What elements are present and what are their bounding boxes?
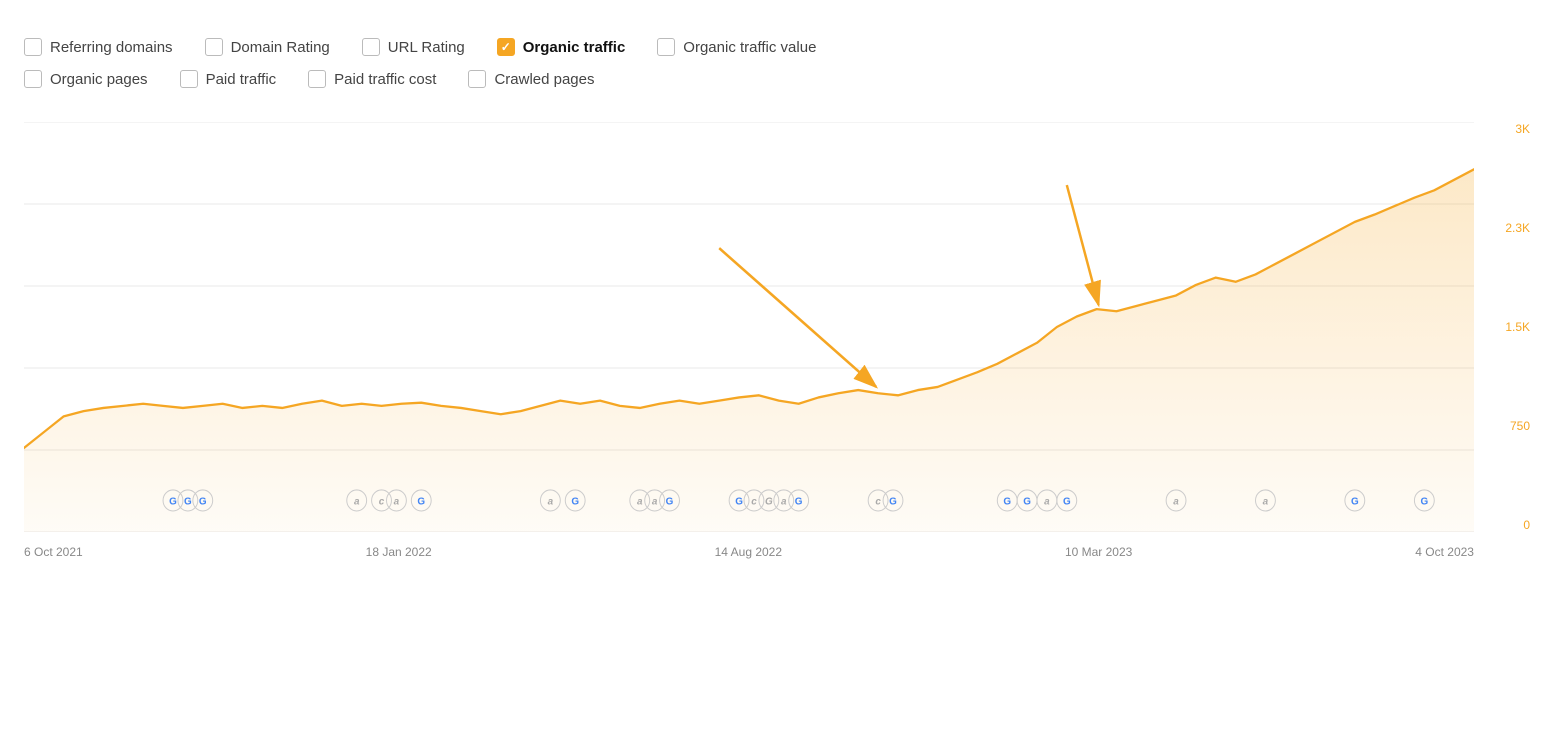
chart-svg: G G G a c a G a G <box>24 122 1474 532</box>
checkbox-paid-traffic-cost[interactable]: Paid traffic cost <box>308 70 436 88</box>
svg-text:G: G <box>417 496 425 507</box>
checkbox-crawled-pages[interactable]: Crawled pages <box>468 70 594 88</box>
svg-text:G: G <box>199 496 207 507</box>
checkbox-domain-rating[interactable]: Domain Rating <box>205 38 330 56</box>
checkbox-label-domain-rating: Domain Rating <box>231 39 330 56</box>
svg-text:a: a <box>652 496 658 507</box>
checkbox-label-url-rating: URL Rating <box>388 39 465 56</box>
checkbox-label-paid-traffic-cost: Paid traffic cost <box>334 71 436 88</box>
y-axis-label-1: 2.3K <box>1505 221 1530 235</box>
svg-text:G: G <box>1003 496 1011 507</box>
checkbox-organic-pages[interactable]: Organic pages <box>24 70 148 88</box>
svg-text:G: G <box>184 496 192 507</box>
chart-area: G G G a c a G a G <box>24 122 1534 602</box>
x-axis-label-4: 4 Oct 2023 <box>1415 545 1474 559</box>
checkbox-box-referring-domains <box>24 38 42 56</box>
svg-text:G: G <box>1063 496 1071 507</box>
checkbox-box-organic-traffic <box>497 38 515 56</box>
svg-text:a: a <box>548 496 554 507</box>
checkbox-box-organic-pages <box>24 70 42 88</box>
checkbox-organic-traffic[interactable]: Organic traffic <box>497 38 626 56</box>
checkbox-box-domain-rating <box>205 38 223 56</box>
x-axis-label-3: 10 Mar 2023 <box>1065 545 1132 559</box>
svg-text:a: a <box>637 496 643 507</box>
checkbox-paid-traffic[interactable]: Paid traffic <box>180 70 277 88</box>
checkbox-box-paid-traffic-cost <box>308 70 326 88</box>
chart-container: G G G a c a G a G <box>24 122 1534 562</box>
checkbox-url-rating[interactable]: URL Rating <box>362 38 465 56</box>
svg-text:c: c <box>379 496 385 507</box>
svg-text:G: G <box>1023 496 1031 507</box>
svg-text:c: c <box>751 496 757 507</box>
svg-text:a: a <box>1263 496 1269 507</box>
checkbox-organic-traffic-value[interactable]: Organic traffic value <box>657 38 816 56</box>
svg-text:G: G <box>1420 496 1428 507</box>
checkbox-label-paid-traffic: Paid traffic <box>206 71 277 88</box>
svg-text:a: a <box>781 496 787 507</box>
svg-text:G: G <box>889 496 897 507</box>
checkbox-referring-domains[interactable]: Referring domains <box>24 38 173 56</box>
checkbox-label-crawled-pages: Crawled pages <box>494 71 594 88</box>
svg-text:G: G <box>735 496 743 507</box>
x-axis-label-1: 18 Jan 2022 <box>366 545 432 559</box>
svg-text:G: G <box>1351 496 1359 507</box>
y-axis-label-4: 0 <box>1523 518 1530 532</box>
svg-text:a: a <box>394 496 400 507</box>
svg-text:a: a <box>354 496 360 507</box>
x-axis-label-0: 6 Oct 2021 <box>24 545 83 559</box>
checkbox-box-crawled-pages <box>468 70 486 88</box>
svg-text:G: G <box>571 496 579 507</box>
x-axis: 6 Oct 2021 18 Jan 2022 14 Aug 2022 10 Mar 2… <box>24 542 1474 562</box>
y-axis-label-3: 750 <box>1510 419 1530 433</box>
svg-text:a: a <box>1044 496 1050 507</box>
checkbox-box-organic-traffic-value <box>657 38 675 56</box>
checkbox-label-organic-traffic-value: Organic traffic value <box>683 39 816 56</box>
y-axis-label-0: 3K <box>1515 122 1530 136</box>
checkbox-label-organic-pages: Organic pages <box>50 71 148 88</box>
x-axis-label-2: 14 Aug 2022 <box>715 545 782 559</box>
svg-text:G: G <box>765 496 773 507</box>
checkbox-box-paid-traffic <box>180 70 198 88</box>
svg-text:a: a <box>1173 496 1179 507</box>
y-axis-label-2: 1.5K <box>1505 320 1530 334</box>
svg-text:c: c <box>875 496 881 507</box>
svg-text:G: G <box>795 496 803 507</box>
svg-text:G: G <box>169 496 177 507</box>
checkbox-row-1: Referring domains Domain Rating URL Rating… <box>24 38 1534 66</box>
svg-text:G: G <box>666 496 674 507</box>
checkbox-label-referring-domains: Referring domains <box>50 39 173 56</box>
y-axis-container: 3K 2.3K 1.5K 750 0 <box>1479 122 1534 532</box>
checkbox-label-organic-traffic: Organic traffic <box>523 39 626 56</box>
checkbox-row-2: Organic pages Paid traffic Paid traffic co… <box>24 70 1534 98</box>
checkbox-box-url-rating <box>362 38 380 56</box>
